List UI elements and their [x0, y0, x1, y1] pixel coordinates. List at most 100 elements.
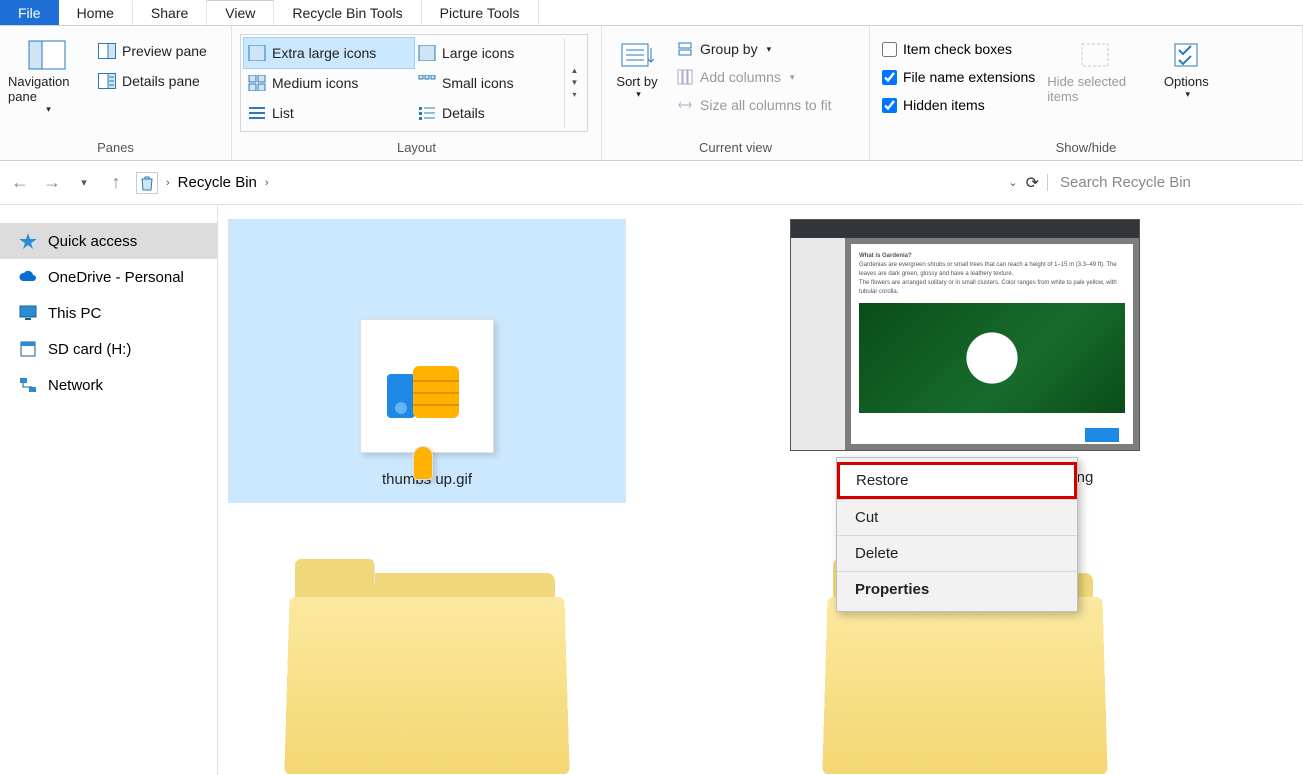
- file-item-thumbs-up[interactable]: thumbs up.gif: [228, 219, 626, 503]
- grid-icon: [248, 75, 266, 91]
- navigation-pane-button[interactable]: Navigation pane▾: [8, 34, 86, 115]
- refresh-button[interactable]: ⟳: [1026, 173, 1039, 193]
- group-layout-label: Layout: [240, 137, 593, 160]
- tab-view[interactable]: View: [207, 0, 274, 25]
- preview-pane-button[interactable]: Preview pane: [94, 40, 211, 62]
- group-layout: Extra large icons Large icons ▲▼▾ Medium…: [232, 26, 602, 160]
- folder-icon: [287, 573, 567, 773]
- hide-selected-items-button[interactable]: Hide selected items: [1047, 34, 1143, 104]
- size-columns-button[interactable]: Size all columns to fit: [672, 94, 836, 116]
- file-name-extensions-toggle[interactable]: File name extensions: [878, 66, 1039, 88]
- group-icon: [676, 41, 694, 57]
- address-history-button[interactable]: ⌄: [1008, 176, 1017, 189]
- checkbox-icon[interactable]: [882, 70, 897, 85]
- tab-file[interactable]: File: [0, 0, 59, 25]
- dropdown-caret-icon: ▾: [1186, 89, 1191, 100]
- sidebar: Quick access OneDrive - Personal This PC…: [0, 205, 218, 775]
- hide-selected-label: Hide selected items: [1047, 74, 1143, 104]
- sidebar-item-label: Network: [48, 377, 103, 394]
- search-input[interactable]: Search Recycle Bin: [1047, 174, 1295, 191]
- group-by-button[interactable]: Group by ▾: [672, 38, 836, 60]
- options-icon: [1167, 40, 1205, 70]
- options-button[interactable]: Options▾: [1151, 34, 1221, 100]
- file-thumbnail: What is Gardenia? Gardenias are evergree…: [790, 219, 1140, 451]
- sort-by-label: Sort by: [616, 74, 657, 89]
- sidebar-item-label: This PC: [48, 305, 101, 322]
- sort-icon: [618, 40, 656, 70]
- recycle-bin-icon: [136, 172, 158, 194]
- file-thumbnail: [360, 319, 494, 453]
- cloud-icon: [18, 268, 38, 286]
- sidebar-item-label: SD card (H:): [48, 341, 131, 358]
- title-tabs: File Home Share View Recycle Bin Tools P…: [0, 0, 1303, 26]
- grid-small-icon: [418, 75, 436, 91]
- star-icon: [18, 232, 38, 250]
- back-button[interactable]: ←: [8, 172, 32, 193]
- tab-recycle-bin-tools[interactable]: Recycle Bin Tools: [274, 0, 421, 25]
- address-bar: ← → ▾ ↑ › Recycle Bin › ⌄ ⟳ Search Recyc…: [0, 161, 1303, 205]
- chevron-right-icon[interactable]: ›: [166, 177, 170, 189]
- layout-list[interactable]: List: [244, 98, 414, 128]
- tab-home[interactable]: Home: [59, 0, 133, 25]
- sidebar-item-sd-card[interactable]: SD card (H:): [0, 331, 217, 367]
- details-pane-icon: [98, 73, 116, 89]
- sidebar-item-label: Quick access: [48, 233, 137, 250]
- sidebar-item-this-pc[interactable]: This PC: [0, 295, 217, 331]
- chevron-right-icon[interactable]: ›: [265, 177, 269, 189]
- group-show-hide-label: Show/hide: [878, 137, 1294, 160]
- details-pane-button[interactable]: Details pane: [94, 70, 211, 92]
- navigation-pane-label: Navigation pane: [8, 74, 86, 104]
- tab-picture-tools[interactable]: Picture Tools: [422, 0, 539, 25]
- options-label: Options: [1164, 74, 1209, 89]
- file-view[interactable]: thumbs up.gif What is Gardenia? Gardenia…: [218, 205, 1303, 775]
- group-show-hide: Item check boxes File name extensions Hi…: [870, 26, 1303, 160]
- context-properties[interactable]: Properties: [837, 571, 1077, 607]
- group-current-view-label: Current view: [610, 137, 861, 160]
- layout-medium-icons[interactable]: Medium icons: [244, 68, 414, 98]
- network-icon: [18, 376, 38, 394]
- preview-pane-label: Preview pane: [122, 43, 207, 59]
- group-panes: Navigation pane▾ Preview pane Details pa…: [0, 26, 232, 160]
- file-item-folder-1[interactable]: [228, 543, 626, 773]
- context-menu: Restore Cut Delete Properties: [836, 457, 1078, 612]
- monitor-icon: [18, 304, 38, 322]
- item-check-boxes-toggle[interactable]: Item check boxes: [878, 38, 1039, 60]
- up-button[interactable]: ↑: [104, 172, 128, 193]
- checkbox-icon[interactable]: [882, 98, 897, 113]
- layout-details[interactable]: Details: [414, 98, 564, 128]
- gallery-icon: [418, 45, 436, 61]
- dropdown-caret-icon: ▾: [46, 104, 51, 115]
- autofit-icon: [676, 97, 694, 113]
- breadcrumb-location[interactable]: Recycle Bin: [178, 174, 257, 191]
- gallery-icon: [248, 45, 266, 61]
- hidden-items-toggle[interactable]: Hidden items: [878, 94, 1039, 116]
- layout-small-icons[interactable]: Small icons: [414, 68, 564, 98]
- recent-locations-button[interactable]: ▾: [72, 176, 96, 189]
- layout-large-icons[interactable]: Large icons: [414, 38, 564, 68]
- sidebar-item-quick-access[interactable]: Quick access: [0, 223, 217, 259]
- context-cut[interactable]: Cut: [837, 499, 1077, 535]
- thumbs-up-icon: [387, 346, 467, 426]
- list-icon: [248, 105, 266, 121]
- details-icon: [418, 105, 436, 121]
- navigation-pane-icon: [28, 40, 66, 70]
- checkbox-icon[interactable]: [882, 42, 897, 57]
- preview-pane-icon: [98, 43, 116, 59]
- sort-by-button[interactable]: Sort by▾: [610, 34, 664, 100]
- sidebar-item-onedrive[interactable]: OneDrive - Personal: [0, 259, 217, 295]
- dropdown-caret-icon: ▾: [767, 44, 772, 55]
- sidebar-item-network[interactable]: Network: [0, 367, 217, 403]
- details-pane-label: Details pane: [122, 73, 200, 89]
- forward-button[interactable]: →: [40, 172, 64, 193]
- hide-icon: [1076, 40, 1114, 70]
- tab-share[interactable]: Share: [133, 0, 207, 25]
- context-delete[interactable]: Delete: [837, 535, 1077, 571]
- add-columns-button[interactable]: Add columns ▾: [672, 66, 836, 88]
- sd-card-icon: [18, 340, 38, 358]
- sidebar-item-label: OneDrive - Personal: [48, 269, 184, 286]
- main-area: Quick access OneDrive - Personal This PC…: [0, 205, 1303, 775]
- layout-scroll[interactable]: ▲▼▾: [564, 38, 584, 128]
- ribbon: Navigation pane▾ Preview pane Details pa…: [0, 26, 1303, 161]
- context-restore[interactable]: Restore: [837, 462, 1077, 499]
- layout-extra-large-icons[interactable]: Extra large icons: [244, 38, 414, 68]
